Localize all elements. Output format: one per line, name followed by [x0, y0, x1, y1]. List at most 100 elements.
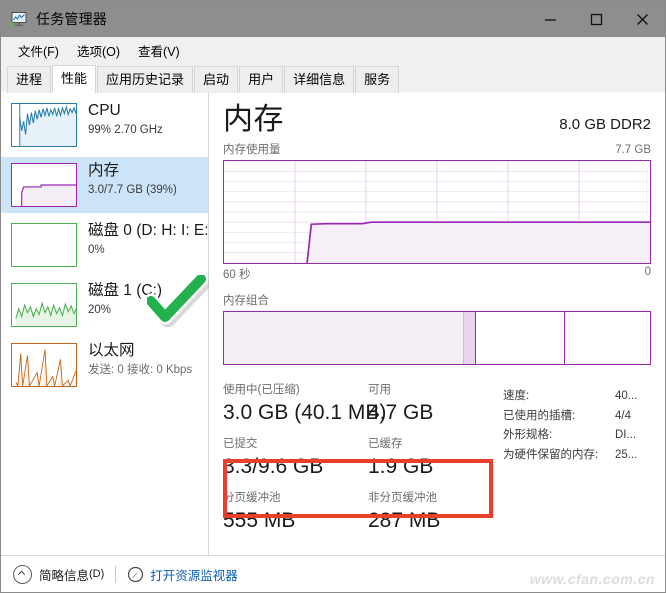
- axis-label-right: 0: [644, 266, 651, 278]
- sidebar-item-cpu-subtitle: 99% 2.70 GHz: [88, 124, 163, 136]
- detail-key-hardware-reserved: 为硬件保留的内存:: [503, 448, 599, 461]
- watermark: www.cfan.com.cn: [529, 571, 655, 587]
- sidebar-item-cpu-title: CPU: [88, 102, 121, 119]
- resource-sidebar: CPU 99% 2.70 GHz 内存 3.0/7.7 GB (39%) 磁盘 …: [1, 93, 209, 555]
- sidebar-item-ethernet[interactable]: 以太网 发送: 0 接收: 0 Kbps: [1, 337, 208, 393]
- content-area: CPU 99% 2.70 GHz 内存 3.0/7.7 GB (39%) 磁盘 …: [1, 93, 665, 555]
- menu-item-view[interactable]: 查看(V): [129, 38, 189, 63]
- stat-value-paged-pool: 555 MB: [223, 509, 296, 532]
- stat-cell-cached: 已缓存 1.9 GB: [368, 436, 488, 481]
- detail-row-hardware-reserved: 为硬件保留的内存: 25...: [503, 446, 651, 466]
- sidebar-item-disk0-subtitle: 0%: [88, 244, 105, 256]
- sidebar-item-disk1[interactable]: 磁盘 1 (C:) 20%: [1, 277, 208, 333]
- memory-spec: 8.0 GB DDR2: [559, 116, 651, 133]
- composition-segment-standby: [475, 312, 566, 364]
- tab-users[interactable]: 用户: [239, 66, 284, 93]
- sidebar-item-memory-text: 内存 3.0/7.7 GB (39%): [88, 161, 177, 199]
- close-button[interactable]: [619, 2, 665, 37]
- stat-label-committed: 已提交: [223, 438, 258, 450]
- memory-panel: 内存 8.0 GB DDR2 内存使用量 7.7 GB 60 秒 0 内存组合 …: [209, 93, 665, 555]
- stat-value-in-use: 3.0 GB (40.1 MB): [223, 401, 387, 424]
- menu-bar: 文件(F) 选项(O) 查看(V): [1, 37, 665, 63]
- sidebar-item-memory[interactable]: 内存 3.0/7.7 GB (39%): [1, 157, 208, 213]
- detail-value-slots-used: 4/4: [615, 409, 631, 422]
- disk0-graph-thumbnail: [11, 223, 77, 267]
- window-title: 任务管理器: [36, 11, 107, 27]
- stat-label-paged-pool: 分页缓冲池: [223, 492, 281, 504]
- stat-value-available: 4.7 GB: [368, 401, 434, 424]
- sidebar-item-memory-title: 内存: [88, 162, 120, 179]
- stat-value-cached: 1.9 GB: [368, 455, 434, 478]
- stat-cell-available: 可用 4.7 GB: [368, 382, 488, 427]
- status-bar-separator: [115, 565, 117, 583]
- usage-graph-max: 7.7 GB: [615, 144, 651, 156]
- sidebar-item-disk1-text: 磁盘 1 (C:) 20%: [88, 281, 162, 319]
- sidebar-item-ethernet-text: 以太网 发送: 0 接收: 0 Kbps: [88, 341, 192, 379]
- detail-value-speed: 40...: [615, 390, 638, 402]
- axis-label-left: 60 秒: [223, 269, 251, 281]
- stat-value-committed: 3.3/9.6 GB: [223, 455, 324, 478]
- stat-cell-committed: 已提交 3.3/9.6 GB: [223, 436, 368, 481]
- detail-value-form-factor: DI...: [615, 429, 637, 441]
- stat-label-available: 可用: [368, 384, 391, 396]
- sidebar-item-disk1-subtitle: 20%: [88, 304, 112, 316]
- resource-monitor-icon: [127, 566, 144, 583]
- stat-row-committed: 已提交 3.3/9.6 GB 已缓存 1.9 GB: [223, 436, 491, 481]
- sidebar-item-cpu-text: CPU 99% 2.70 GHz: [88, 101, 163, 139]
- ethernet-graph-thumbnail: [11, 343, 77, 387]
- stat-cell-in-use: 使用中(已压缩) 3.0 GB (40.1 MB): [223, 382, 387, 427]
- memory-graph-thumbnail: [11, 163, 77, 207]
- sidebar-item-ethernet-title: 以太网: [88, 342, 135, 359]
- stat-row-in-use: 使用中(已压缩) 3.0 GB (40.1 MB) 可用 4.7 GB: [223, 382, 491, 427]
- task-manager-icon: [10, 10, 28, 28]
- stat-label-cached: 已缓存: [368, 438, 403, 450]
- status-bar: 简略信息 (D) 打开资源监视器 www.cfan.com.cn: [1, 555, 665, 592]
- minimize-button[interactable]: [527, 2, 573, 37]
- detail-value-hardware-reserved: 25...: [615, 448, 638, 461]
- stat-label-nonpaged-pool: 非分页缓冲池: [368, 492, 437, 504]
- usage-graph-labels: 内存使用量 7.7 GB: [223, 141, 651, 157]
- usage-graph-label: 内存使用量: [223, 144, 281, 156]
- composition-label: 内存组合: [223, 295, 269, 307]
- tab-details[interactable]: 详细信息: [284, 66, 355, 93]
- maximize-button[interactable]: [573, 2, 619, 37]
- memory-composition-bar: [223, 311, 651, 365]
- stat-cell-nonpaged-pool: 非分页缓冲池 287 MB: [368, 490, 488, 535]
- stat-cell-paged-pool: 分页缓冲池 555 MB: [223, 490, 368, 535]
- detail-row-speed: 速度: 40...: [503, 387, 651, 407]
- stat-row-pools: 分页缓冲池 555 MB 非分页缓冲池 287 MB: [223, 490, 491, 535]
- sidebar-item-disk0-title: 磁盘 0 (D: H: I: E:: [88, 222, 208, 239]
- panel-header: 内存 8.0 GB DDR2: [223, 101, 651, 139]
- tab-services[interactable]: 服务: [355, 66, 400, 93]
- composition-segment-free: [565, 312, 650, 364]
- menu-item-file[interactable]: 文件(F): [9, 38, 68, 63]
- fewer-details-label: 简略信息: [39, 568, 90, 583]
- sidebar-item-disk0-text: 磁盘 0 (D: H: I: E: 0%: [88, 221, 208, 259]
- usage-graph-axis: 60 秒 0: [223, 266, 651, 282]
- task-manager-window: 任务管理器 文件(F) 选项(O) 查看(V) 进程 性能 应用历史记录 启动 …: [0, 0, 666, 593]
- stat-value-nonpaged-pool: 287 MB: [368, 509, 441, 532]
- tab-processes[interactable]: 进程: [7, 66, 52, 93]
- menu-item-options[interactable]: 选项(O): [68, 38, 129, 63]
- open-resource-monitor-label: 打开资源监视器: [150, 568, 238, 583]
- chevron-up-icon: [13, 564, 32, 584]
- statistics-area: 使用中(已压缩) 3.0 GB (40.1 MB) 可用 4.7 GB 已提交 …: [223, 382, 651, 535]
- open-resource-monitor-link[interactable]: 打开资源监视器: [127, 565, 238, 584]
- tab-performance[interactable]: 性能: [52, 65, 97, 93]
- fewer-details-button[interactable]: 简略信息 (D): [13, 564, 105, 584]
- page-title: 内存: [223, 103, 284, 136]
- statistics-left-column: 使用中(已压缩) 3.0 GB (40.1 MB) 可用 4.7 GB 已提交 …: [223, 382, 491, 535]
- composition-segment-modified: [464, 312, 476, 364]
- cpu-graph-thumbnail: [11, 103, 77, 147]
- sidebar-item-disk0[interactable]: 磁盘 0 (D: H: I: E: 0%: [1, 217, 208, 273]
- tab-strip: 进程 性能 应用历史记录 启动 用户 详细信息 服务: [1, 63, 665, 93]
- memory-usage-graph: [223, 160, 651, 264]
- detail-key-slots-used: 已使用的插槽:: [503, 409, 576, 422]
- fewer-details-mnemonic: (D): [89, 568, 105, 580]
- tab-startup[interactable]: 启动: [194, 66, 239, 93]
- title-bar: 任务管理器: [1, 1, 665, 37]
- composition-segment-in-use: [224, 312, 465, 364]
- sidebar-item-cpu[interactable]: CPU 99% 2.70 GHz: [1, 97, 208, 153]
- tab-app-history[interactable]: 应用历史记录: [97, 66, 194, 93]
- sidebar-item-disk1-title: 磁盘 1 (C:): [88, 282, 163, 299]
